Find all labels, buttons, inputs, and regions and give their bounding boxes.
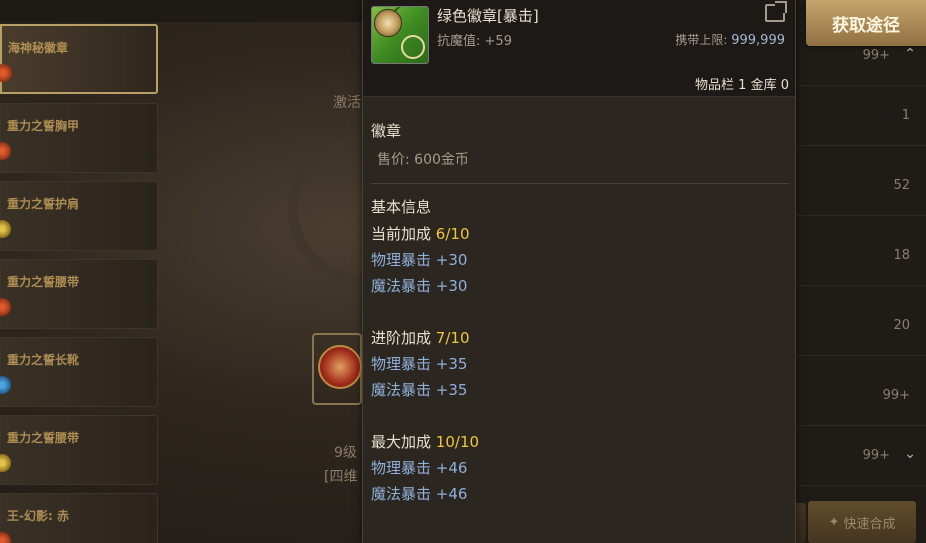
- gem-icon: [0, 532, 11, 543]
- count-value: 99+: [882, 388, 910, 403]
- crosshair-emblem-icon: [374, 9, 402, 37]
- count-column: 99+ ⌃ 1 52 18 20 99+ 99+ ⌄ ✦ 快速合成: [794, 0, 926, 543]
- center-tag-label: [四维: [324, 469, 358, 485]
- center-label: 激活: [333, 95, 361, 111]
- item-title: 绿色徽章[暴击]: [437, 7, 539, 25]
- list-item-label: 重力之誓腰带: [7, 431, 80, 445]
- count-value: 20: [893, 318, 910, 333]
- count-row[interactable]: 99+ ⌄: [794, 426, 926, 486]
- stat-line: 物理暴击 +30: [371, 251, 468, 269]
- bonus-value: 10/10: [435, 433, 480, 451]
- badge-item-icon: [371, 6, 429, 64]
- list-item[interactable]: 重力之誓腰带: [0, 415, 158, 485]
- count-row: 1: [794, 86, 926, 146]
- chevron-down-icon[interactable]: ⌄: [904, 446, 916, 462]
- list-item-label: 重力之誓胸甲: [7, 119, 80, 133]
- list-item[interactable]: 重力之誓长靴: [0, 337, 158, 407]
- resist-value: +59: [484, 34, 512, 49]
- count-row: 18: [794, 226, 926, 286]
- count-row: 99+: [794, 366, 926, 426]
- stat-line: 物理暴击 +46: [371, 459, 468, 477]
- get-source-button[interactable]: 获取途径: [806, 0, 926, 46]
- count-row: 52: [794, 156, 926, 216]
- bonus-label: 最大加成: [371, 433, 432, 451]
- count-row: 20: [794, 296, 926, 356]
- count-value: 1: [901, 108, 910, 123]
- list-item-label: 王-幻影: 赤: [7, 509, 69, 523]
- gem-icon: [0, 142, 11, 160]
- emblem-slot[interactable]: [312, 333, 362, 405]
- bonus-advanced-heading: 进阶加成 7/10: [371, 325, 789, 351]
- stat-line: 魔法暴击 +30: [371, 277, 468, 295]
- list-item-label: 重力之誓长靴: [7, 353, 80, 367]
- bonus-label: 进阶加成: [371, 329, 432, 347]
- carry-value: 999,999: [731, 33, 785, 48]
- tooltip-body: 徽章 售价: 600金币 基本信息 当前加成 6/10 物理暴击 +30 魔法暴…: [371, 120, 789, 507]
- equipment-list: 海神秘徽章 重力之誓胸甲 重力之誓护肩 重力之誓腰带 重力之誓长靴 重力之誓腰带…: [0, 0, 162, 543]
- list-item[interactable]: 海神秘徽章: [0, 24, 158, 94]
- gem-icon: [0, 220, 11, 238]
- list-item[interactable]: 重力之誓胸甲: [0, 103, 158, 173]
- quick-craft-button[interactable]: ✦ 快速合成: [808, 501, 916, 543]
- list-item[interactable]: 重力之誓护肩: [0, 181, 158, 251]
- count-value: 99+: [862, 48, 890, 63]
- quick-craft-label: 快速合成: [843, 516, 896, 532]
- item-tooltip: 绿色徽章[暴击] 抗魔值: +59 携带上限: 999,999 物品栏 1 金库…: [362, 0, 796, 543]
- item-category: 徽章: [371, 122, 402, 140]
- stat-line: 魔法暴击 +46: [371, 485, 468, 503]
- count-value: 52: [893, 178, 910, 193]
- inventory-count: 物品栏 1 金库 0: [695, 78, 789, 93]
- divider: [371, 183, 789, 184]
- bonus-value: 7/10: [435, 329, 470, 347]
- chevron-up-icon[interactable]: ⌃: [904, 46, 916, 62]
- list-item[interactable]: 王-幻影: 赤: [0, 493, 158, 543]
- list-item-label: 海神秘徽章: [8, 41, 69, 55]
- stat-line: 物理暴击 +35: [371, 355, 468, 373]
- gem-icon: [0, 64, 12, 82]
- list-item-label: 重力之誓腰带: [7, 275, 80, 289]
- stat-line: 魔法暴击 +35: [371, 381, 468, 399]
- warrior-icon: [318, 345, 362, 389]
- bonus-value: 6/10: [435, 225, 470, 243]
- gem-icon: [0, 376, 11, 394]
- craft-icon: ✦: [828, 514, 840, 530]
- carry-limit: 携带上限: 999,999: [675, 31, 785, 48]
- bonus-label: 当前加成: [371, 225, 432, 243]
- count-value: 18: [893, 248, 910, 263]
- bonus-current-heading: 当前加成 6/10: [371, 221, 789, 247]
- list-item[interactable]: 重力之誓腰带: [0, 259, 158, 329]
- gem-icon: [0, 298, 11, 316]
- share-icon[interactable]: [765, 4, 785, 22]
- center-level-label: 9级: [334, 445, 357, 461]
- carry-label: 携带上限:: [675, 33, 728, 47]
- bonus-max-heading: 最大加成 10/10: [371, 429, 789, 455]
- list-item-label: 重力之誓护肩: [7, 197, 80, 211]
- crosshair-icon: [401, 35, 425, 59]
- resist-stat: 抗魔值: +59: [437, 30, 512, 49]
- gem-icon: [0, 454, 11, 472]
- basic-info-heading: 基本信息: [371, 198, 432, 216]
- item-price: 售价: 600金币: [377, 152, 469, 168]
- count-value: 99+: [862, 448, 890, 463]
- resist-label: 抗魔值:: [437, 34, 481, 49]
- tooltip-header: 绿色徽章[暴击] 抗魔值: +59 携带上限: 999,999 物品栏 1 金库…: [363, 0, 795, 97]
